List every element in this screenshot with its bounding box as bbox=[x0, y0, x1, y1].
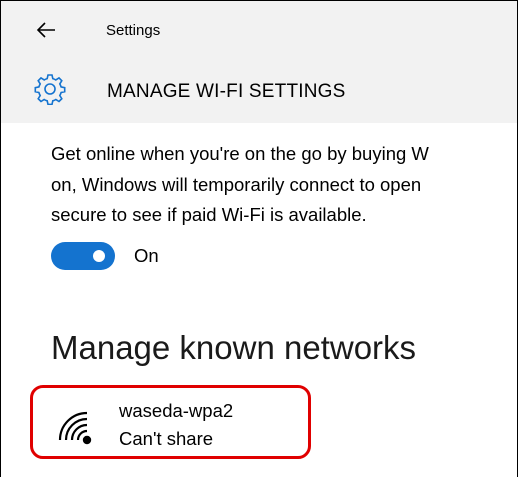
paid-wifi-toggle-row: On bbox=[51, 242, 159, 270]
header-area: Settings MANAGE WI-FI SETTINGS bbox=[1, 1, 517, 123]
network-name: waseda-wpa2 bbox=[119, 400, 234, 421]
paid-wifi-toggle[interactable] bbox=[51, 242, 115, 270]
settings-window: Settings MANAGE WI-FI SETTINGS Get onlin… bbox=[0, 0, 518, 477]
arrow-left-icon bbox=[36, 22, 55, 38]
page-header: MANAGE WI-FI SETTINGS bbox=[1, 61, 517, 121]
wifi-signal-icon bbox=[58, 411, 92, 445]
content-area: Get online when you're on the go by buyi… bbox=[1, 123, 517, 477]
description-line: Get online when you're on the go by buyi… bbox=[51, 143, 429, 164]
window-title: Settings bbox=[106, 22, 161, 39]
network-status: Can't share bbox=[119, 428, 214, 449]
title-bar: Settings bbox=[1, 1, 517, 59]
gear-icon bbox=[34, 74, 66, 105]
toggle-state-label: On bbox=[134, 245, 159, 266]
description-line: on, Windows will temporarily connect to … bbox=[51, 173, 422, 195]
paid-wifi-description: Get online when you're on the go by buyi… bbox=[51, 139, 517, 231]
back-button[interactable] bbox=[35, 19, 61, 41]
known-network-item[interactable]: waseda-wpa2 Can't share bbox=[30, 385, 311, 459]
toggle-knob bbox=[93, 250, 105, 262]
page-title: MANAGE WI-FI SETTINGS bbox=[107, 81, 346, 102]
description-line: secure to see if paid Wi-Fi is available… bbox=[51, 204, 367, 225]
known-networks-heading: Manage known networks bbox=[51, 329, 417, 366]
